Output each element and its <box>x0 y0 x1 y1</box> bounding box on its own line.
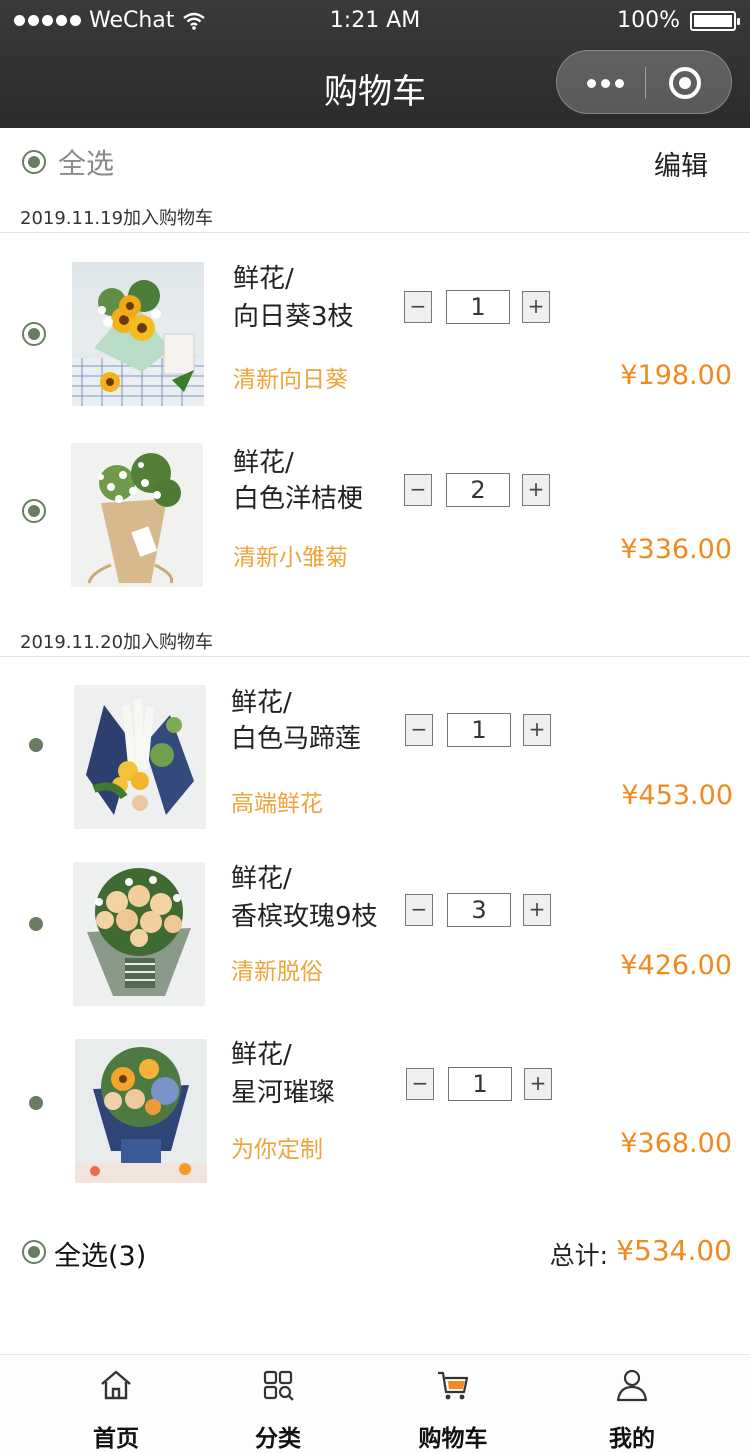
increase-button[interactable]: + <box>522 291 550 323</box>
total-amount: ¥534.00 <box>616 1234 732 1267</box>
select-all-label[interactable]: 全选 <box>58 142 114 182</box>
quantity-stepper: − 1 + <box>405 713 553 747</box>
status-bar: WeChat 1:21 AM 100% <box>0 6 750 36</box>
app-header: WeChat 1:21 AM 100% 购物车 <box>0 0 750 128</box>
select-all-bar: 全选 编辑 <box>0 140 750 184</box>
item-select-radio[interactable] <box>29 917 43 931</box>
item-select-radio[interactable] <box>22 322 46 346</box>
item-category: 鲜花/ <box>231 864 292 894</box>
user-icon <box>616 1369 648 1402</box>
item-name[interactable]: 向日葵3枝 <box>233 296 354 333</box>
divider <box>0 232 750 233</box>
category-icon <box>263 1370 294 1401</box>
quantity-value[interactable]: 2 <box>446 473 510 507</box>
increase-button[interactable]: + <box>522 474 550 506</box>
increase-button[interactable]: + <box>523 714 551 746</box>
tab-label: 我的 <box>609 1426 655 1452</box>
item-price: ¥426.00 <box>620 950 732 981</box>
quantity-stepper: − 3 + <box>405 893 553 927</box>
quantity-stepper: − 2 + <box>404 473 552 507</box>
edit-button[interactable]: 编辑 <box>654 144 708 183</box>
product-image[interactable] <box>74 685 206 829</box>
item-category: 鲜花/ <box>231 688 292 718</box>
quantity-value[interactable]: 3 <box>447 893 511 927</box>
capsule-divider <box>645 67 646 99</box>
item-tag: 高端鲜花 <box>231 791 323 817</box>
item-tag: 清新向日葵 <box>233 367 348 393</box>
tab-bar: 首页 分类 购物车 我的 <box>0 1354 750 1453</box>
tab-label: 首页 <box>93 1426 139 1452</box>
tab-category[interactable]: 分类 <box>218 1355 338 1453</box>
item-tag: 为你定制 <box>231 1137 323 1163</box>
item-price: ¥336.00 <box>620 534 732 565</box>
item-name[interactable]: 白色洋桔梗 <box>233 478 363 515</box>
tab-label: 分类 <box>255 1426 301 1452</box>
decrease-button[interactable]: − <box>405 894 433 926</box>
divider <box>0 656 750 657</box>
item-name[interactable]: 星河璀璨 <box>231 1072 335 1109</box>
item-category: 鲜花/ <box>233 264 294 294</box>
decrease-button[interactable]: − <box>404 474 432 506</box>
item-price: ¥198.00 <box>620 360 732 391</box>
close-miniprogram-icon[interactable] <box>669 67 701 99</box>
quantity-value[interactable]: 1 <box>447 713 511 747</box>
product-image[interactable] <box>75 1039 207 1183</box>
item-select-radio[interactable] <box>29 1096 43 1110</box>
battery-icon <box>690 10 740 31</box>
tab-home[interactable]: 首页 <box>56 1355 176 1453</box>
select-all-radio[interactable] <box>22 150 46 174</box>
quantity-value[interactable]: 1 <box>448 1067 512 1101</box>
item-name[interactable]: 香槟玫瑰9枝 <box>231 896 378 933</box>
miniprogram-capsule <box>556 50 732 114</box>
item-tag: 清新小雏菊 <box>233 545 348 571</box>
total-label: 总计: <box>549 1241 608 1270</box>
item-category: 鲜花/ <box>233 448 294 478</box>
footer-select-all-radio[interactable] <box>22 1240 46 1264</box>
tab-cart[interactable]: 购物车 <box>393 1355 513 1453</box>
tab-label: 购物车 <box>418 1426 488 1452</box>
more-icon[interactable] <box>587 71 627 95</box>
quantity-value[interactable]: 1 <box>446 290 510 324</box>
decrease-button[interactable]: − <box>406 1068 434 1100</box>
checkout-summary: 全选(3) 总计: ¥534.00 <box>0 1232 750 1276</box>
home-icon <box>101 1370 131 1400</box>
item-category: 鲜花/ <box>231 1040 292 1070</box>
item-select-radio[interactable] <box>29 738 43 752</box>
quantity-stepper: − 1 + <box>406 1067 554 1101</box>
increase-button[interactable]: + <box>523 894 551 926</box>
decrease-button[interactable]: − <box>404 291 432 323</box>
product-image[interactable] <box>73 862 205 1006</box>
group-date: 2019.11.20加入购物车 <box>20 632 214 653</box>
item-name[interactable]: 白色马蹄莲 <box>231 718 361 755</box>
item-select-radio[interactable] <box>22 499 46 523</box>
decrease-button[interactable]: − <box>405 714 433 746</box>
product-image[interactable] <box>71 443 203 587</box>
item-price: ¥368.00 <box>620 1128 732 1159</box>
group-date: 2019.11.19加入购物车 <box>20 208 214 229</box>
increase-button[interactable]: + <box>524 1068 552 1100</box>
item-tag: 清新脱俗 <box>231 959 323 985</box>
tab-profile[interactable]: 我的 <box>572 1355 692 1453</box>
battery-percent: 100% <box>617 8 680 33</box>
cart-icon <box>438 1371 469 1400</box>
product-image[interactable] <box>72 262 204 406</box>
quantity-stepper: − 1 + <box>404 290 552 324</box>
item-price: ¥453.00 <box>621 780 733 811</box>
footer-select-all-label[interactable]: 全选(3) <box>54 1234 146 1273</box>
